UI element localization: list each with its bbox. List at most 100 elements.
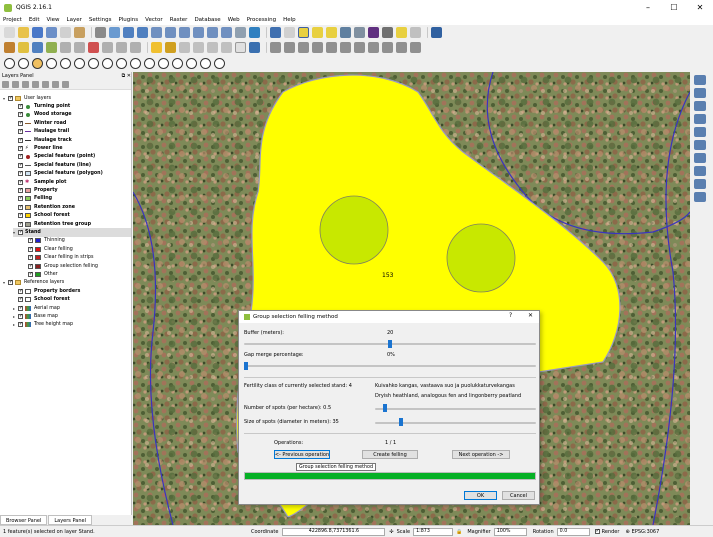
rotation-field[interactable]: 0.0: [556, 527, 590, 536]
menu-view[interactable]: View: [46, 17, 59, 23]
simplify-icon[interactable]: [312, 42, 323, 53]
layer-visibility-checkbox[interactable]: [18, 305, 23, 311]
plugin-tool-12-icon[interactable]: [158, 58, 169, 69]
layer-tree-item[interactable]: Clear felling in strips: [23, 254, 131, 262]
plugin-tool-13-icon[interactable]: [172, 58, 183, 69]
statistics-icon[interactable]: [354, 27, 365, 38]
redo-icon[interactable]: [298, 42, 309, 53]
digitize-icon[interactable]: [270, 42, 281, 53]
close-button[interactable]: ✕: [687, 0, 713, 15]
zoom-last-icon[interactable]: [207, 27, 218, 38]
new-map-view-icon[interactable]: [235, 27, 246, 38]
layer-tree-item[interactable]: ▾Reference layers: [3, 279, 131, 287]
save-as-icon[interactable]: [46, 27, 57, 38]
add-postgis-icon[interactable]: [694, 114, 706, 124]
layer-visibility-checkbox[interactable]: [18, 212, 23, 219]
plugin-tool-8-icon[interactable]: [102, 58, 113, 69]
menu-processing[interactable]: Processing: [247, 17, 276, 23]
action-icon[interactable]: [284, 27, 295, 38]
zoom-next-icon[interactable]: [221, 27, 232, 38]
previous-operation-button[interactable]: <- Previous operation: [274, 450, 330, 459]
create-felling-button[interactable]: Create felling: [362, 450, 418, 459]
rotate-point-icon[interactable]: [410, 42, 421, 53]
layer-tree-item[interactable]: Winter road: [13, 119, 131, 127]
zoom-actual-icon[interactable]: [151, 27, 162, 38]
toggle-editing-icon[interactable]: [18, 42, 29, 53]
menu-settings[interactable]: Settings: [89, 17, 112, 23]
zoom-selection-icon[interactable]: [179, 27, 190, 38]
spot-size-slider-handle[interactable]: [398, 418, 403, 426]
save-project-icon[interactable]: [32, 27, 43, 38]
select-feature-icon[interactable]: [298, 27, 309, 38]
move-feature-icon[interactable]: [60, 42, 71, 53]
layer-visibility-checkbox[interactable]: [18, 120, 23, 126]
plugin-tool-9-icon[interactable]: [116, 58, 127, 69]
identify-icon[interactable]: [270, 27, 281, 38]
add-group-icon[interactable]: [12, 81, 19, 88]
layer-tree-item[interactable]: Property borders: [13, 287, 131, 295]
layer-visibility-checkbox[interactable]: [18, 221, 23, 227]
menu-web[interactable]: Web: [228, 17, 240, 23]
layer-tree-item[interactable]: Other: [23, 270, 131, 278]
plugin-tool-16-icon[interactable]: [214, 58, 225, 69]
layer-tree-item[interactable]: ⚡ Power line: [13, 144, 131, 152]
menu-edit[interactable]: Edit: [29, 17, 40, 23]
current-edits-icon[interactable]: [4, 42, 15, 53]
add-delimited-text-icon[interactable]: [694, 166, 706, 176]
magnifier-field[interactable]: 100%: [493, 527, 527, 536]
pin-labels-icon[interactable]: [165, 42, 176, 53]
ok-button[interactable]: OK: [464, 491, 497, 500]
plugin-tool-15-icon[interactable]: [200, 58, 211, 69]
layer-visibility-checkbox[interactable]: [8, 95, 13, 101]
crs-status[interactable]: EPSG:3067: [632, 529, 660, 535]
spots-slider-handle[interactable]: [382, 404, 387, 412]
layer-tree-item[interactable]: Thinning: [23, 237, 131, 245]
move-label-icon[interactable]: [193, 42, 204, 53]
layer-visibility-checkbox[interactable]: [8, 279, 13, 286]
paste-features-icon[interactable]: [130, 42, 141, 53]
layer-visibility-checkbox[interactable]: [18, 179, 23, 185]
layer-visibility-checkbox[interactable]: [18, 288, 23, 294]
layer-visibility-checkbox[interactable]: [28, 271, 33, 278]
label-tool-icon[interactable]: [151, 42, 162, 53]
layer-visibility-checkbox[interactable]: [18, 128, 23, 135]
tab-browser-panel[interactable]: Browser Panel: [0, 515, 48, 525]
scale-field[interactable]: 1:873: [413, 527, 454, 536]
maximize-button[interactable]: ☐: [661, 0, 687, 15]
refresh-icon[interactable]: [249, 27, 260, 38]
menu-vector[interactable]: Vector: [145, 17, 163, 23]
layer-tree-item[interactable]: ▸Aerial map: [13, 304, 131, 312]
layer-tree-item[interactable]: Turning point: [13, 102, 131, 110]
add-feature-icon[interactable]: [46, 42, 57, 53]
cancel-button[interactable]: Cancel: [502, 491, 535, 500]
cut-features-icon[interactable]: [102, 42, 113, 53]
collapse-all-icon[interactable]: [52, 81, 59, 88]
composer-manager-icon[interactable]: [74, 27, 85, 38]
layer-tree-item[interactable]: ▸Base map: [13, 312, 131, 320]
open-layer-styling-icon[interactable]: [2, 81, 9, 88]
merge-features-icon[interactable]: [396, 42, 407, 53]
zoom-in-icon[interactable]: [123, 27, 134, 38]
layer-tree-item[interactable]: Haulage track: [13, 136, 131, 144]
map-tips-icon[interactable]: [396, 27, 407, 38]
pan-to-selection-icon[interactable]: [109, 27, 120, 38]
add-part-icon[interactable]: [340, 42, 351, 53]
plugin-tool-3-icon[interactable]: [32, 58, 43, 69]
plugin-tool-5-icon[interactable]: [60, 58, 71, 69]
tab-layers-panel[interactable]: Layers Panel: [48, 515, 92, 525]
filter-legend-icon[interactable]: [32, 81, 39, 88]
layer-visibility-checkbox[interactable]: [18, 137, 23, 143]
next-operation-button[interactable]: Next operation ->: [452, 450, 510, 459]
open-project-icon[interactable]: [18, 27, 29, 38]
plugin-tool-1-icon[interactable]: [4, 58, 15, 69]
layer-tree-item[interactable]: Retention tree group: [13, 220, 131, 228]
show-labels-icon[interactable]: [179, 42, 190, 53]
delete-selected-icon[interactable]: [88, 42, 99, 53]
zoom-out-icon[interactable]: [137, 27, 148, 38]
layer-tree-item[interactable]: School forest: [13, 296, 131, 304]
plugin-tool-10-icon[interactable]: [130, 58, 141, 69]
felling-spot-circle[interactable]: [319, 195, 389, 265]
zoom-full-icon[interactable]: [165, 27, 176, 38]
layer-visibility-checkbox[interactable]: [18, 229, 23, 236]
buffer-slider-handle[interactable]: [388, 340, 392, 348]
